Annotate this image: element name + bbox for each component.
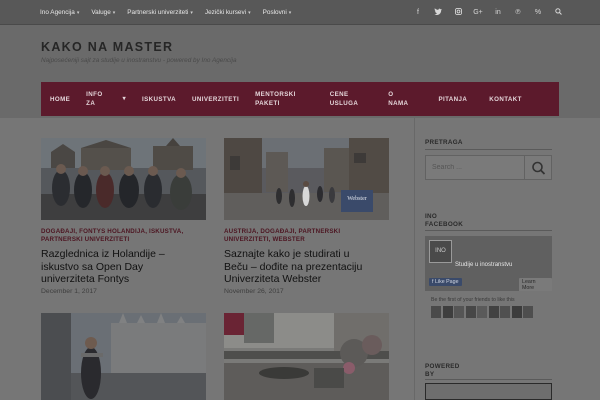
top-nav-item-partnerski[interactable]: Partnerski univerziteti ▾ bbox=[127, 9, 193, 16]
widget-divider bbox=[425, 230, 552, 231]
chevron-down-icon: ▾ bbox=[190, 9, 193, 16]
facebook-icon[interactable]: f bbox=[408, 9, 428, 16]
top-nav-item-jezicki[interactable]: Jezički kursevi ▾ bbox=[205, 9, 251, 16]
post-title[interactable]: Razglednica iz Holandije – iskustvo sa O… bbox=[41, 248, 165, 286]
fb-friends-text: Be the first of your friends to like thi… bbox=[431, 297, 515, 303]
learn-more-button[interactable]: Learn More bbox=[519, 278, 552, 291]
instagram-icon[interactable] bbox=[448, 7, 468, 17]
search-field bbox=[425, 155, 534, 180]
search-input[interactable] bbox=[426, 157, 534, 178]
avatar[interactable] bbox=[511, 306, 522, 318]
twitter-icon[interactable] bbox=[428, 7, 448, 17]
sidebar-divider bbox=[414, 118, 415, 400]
nav-item-info-za[interactable]: INFO ZA ▾ bbox=[78, 90, 134, 108]
avatar[interactable] bbox=[431, 306, 441, 318]
post-categories[interactable]: DOGAĐAJI, FONTYS HOLANDIJA, ISKUSTVA, PA… bbox=[41, 228, 183, 244]
widget-divider bbox=[425, 149, 552, 150]
avatar[interactable] bbox=[465, 306, 476, 318]
powered-by-box bbox=[425, 383, 552, 400]
pinterest-icon[interactable]: ℗ bbox=[508, 9, 528, 16]
social-icons: f G+ in ℗ % bbox=[408, 0, 568, 24]
nav-item-home[interactable]: HOME bbox=[42, 95, 78, 104]
widget-title-facebook: INO FACEBOOK bbox=[425, 213, 464, 228]
fb-page-name[interactable]: Studije u inostranstvu bbox=[455, 262, 512, 268]
widget-divider bbox=[425, 379, 552, 380]
top-bar: Ino Agencija ▾ Valuge ▾ Partnerski univerz… bbox=[0, 0, 600, 25]
post-image-event[interactable] bbox=[224, 313, 389, 400]
chevron-down-icon: ▾ bbox=[248, 9, 251, 16]
post-categories[interactable]: AUSTRIJA, DOGAĐAJI, PARTNERSKI UNIVERZIT… bbox=[224, 228, 340, 244]
top-nav-item-ino-agencija[interactable]: Ino Agencija ▾ bbox=[40, 9, 79, 16]
linkedin-icon[interactable]: in bbox=[488, 9, 508, 16]
top-nav-item-valuge[interactable]: Valuge ▾ bbox=[91, 9, 115, 16]
chevron-down-icon: ▾ bbox=[112, 9, 116, 16]
link-icon[interactable]: % bbox=[528, 9, 548, 16]
site-title[interactable]: KAKO NA MASTER bbox=[41, 40, 173, 54]
post-image-fontys[interactable] bbox=[41, 138, 206, 220]
nav-item-pitanja[interactable]: PITANJA bbox=[430, 95, 481, 104]
webster-sign-text: Webster bbox=[347, 196, 367, 202]
page-logo: INO bbox=[429, 240, 452, 263]
nav-item-univerziteti[interactable]: UNIVERZITETI bbox=[184, 95, 247, 104]
facebook-page-plugin[interactable]: INO Studije u inostranstvu f Like Page L… bbox=[425, 236, 552, 291]
nav-item-o-nama[interactable]: O NAMA bbox=[380, 90, 430, 108]
avatar[interactable] bbox=[477, 306, 487, 318]
google-plus-icon[interactable]: G+ bbox=[468, 9, 488, 16]
nav-item-cene-usluga[interactable]: CENE USLUGA bbox=[322, 90, 381, 108]
post-date: November 26, 2017 bbox=[224, 288, 284, 295]
post-image-webster[interactable]: Webster bbox=[224, 138, 389, 220]
nav-item-kontakt[interactable]: KONTAKT bbox=[481, 95, 530, 104]
top-nav-item-poslovni[interactable]: Poslovni ▾ bbox=[263, 9, 292, 16]
avatar[interactable] bbox=[454, 306, 464, 318]
search-button[interactable] bbox=[525, 155, 552, 180]
chevron-down-icon: ▾ bbox=[288, 9, 292, 16]
avatar[interactable] bbox=[442, 306, 453, 318]
post-title[interactable]: Saznajte kako je studirati u Beču – dođi… bbox=[224, 248, 362, 286]
widget-title-powered: POWERED BY bbox=[425, 363, 460, 378]
post-date: December 1, 2017 bbox=[41, 288, 97, 295]
nav-item-iskustva[interactable]: ISKUSTVA bbox=[134, 95, 184, 104]
nav-item-mentorski-paketi[interactable]: MENTORSKI PAKETI bbox=[247, 90, 322, 108]
avatar[interactable] bbox=[488, 306, 499, 318]
post-image-milan[interactable] bbox=[41, 313, 206, 400]
chevron-down-icon: ▾ bbox=[76, 9, 80, 16]
avatar[interactable] bbox=[523, 306, 533, 318]
avatar[interactable] bbox=[500, 306, 510, 318]
main-nav: HOME INFO ZA ▾ ISKUSTVA UNIVERZITETI MENT… bbox=[41, 82, 559, 116]
top-nav: Ino Agencija ▾ Valuge ▾ Partnerski univerz… bbox=[40, 0, 303, 24]
search-icon[interactable] bbox=[548, 7, 568, 17]
like-page-button[interactable]: f Like Page bbox=[429, 278, 462, 286]
widget-title-search: PRETRAGA bbox=[425, 139, 463, 146]
fb-friend-avatars bbox=[431, 306, 535, 318]
site-tagline: Najposećeniji sajt za studije u inostran… bbox=[41, 57, 237, 64]
search-icon bbox=[532, 161, 546, 175]
chevron-down-icon: ▾ bbox=[122, 95, 126, 102]
